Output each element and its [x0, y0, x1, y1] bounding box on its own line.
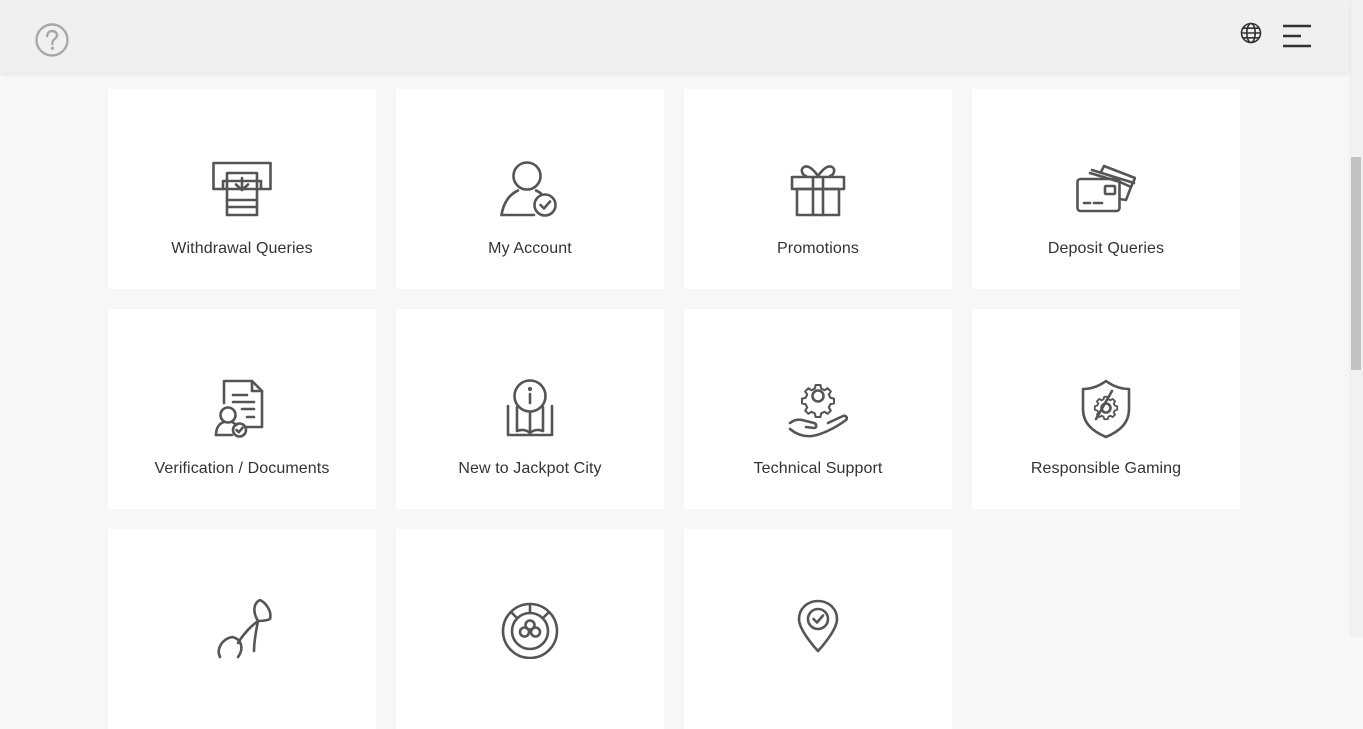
language-button[interactable] — [1239, 21, 1263, 45]
category-label: Deposit Queries — [1047, 240, 1165, 257]
category-card-responsible-gaming[interactable]: Responsible Gaming — [972, 309, 1240, 509]
globe-icon — [1240, 22, 1262, 44]
category-card-deposit[interactable]: Deposit Queries — [972, 89, 1240, 289]
category-label: Promotions — [777, 240, 859, 257]
scrollbar-thumb[interactable] — [1351, 157, 1361, 370]
casino-chip-icon — [500, 599, 560, 659]
category-label: Verification / Documents — [154, 460, 330, 477]
gift-icon — [788, 159, 848, 219]
hand-gear-icon — [788, 379, 848, 439]
top-header — [0, 0, 1349, 73]
category-card-technical-support[interactable]: Technical Support — [684, 309, 952, 509]
cherry-icon — [212, 599, 272, 659]
shield-gear-icon — [1076, 379, 1136, 439]
help-button[interactable] — [34, 22, 70, 58]
menu-button[interactable] — [1281, 23, 1313, 49]
category-label: New to Jackpot City — [458, 460, 602, 477]
hamburger-menu-icon — [1283, 24, 1311, 48]
page-scrollbar[interactable] — [1349, 0, 1363, 637]
category-card-casino-games[interactable] — [396, 529, 664, 729]
atm-withdrawal-icon — [212, 159, 272, 219]
location-pin-check-icon — [788, 599, 848, 659]
category-card-new-to-jackpot-city[interactable]: New to Jackpot City — [396, 309, 664, 509]
category-label: My Account — [488, 240, 572, 257]
credit-cards-icon — [1076, 159, 1136, 219]
category-card-promotions[interactable]: Promotions — [684, 89, 952, 289]
category-label: Technical Support — [753, 460, 883, 477]
user-check-icon — [500, 159, 560, 219]
book-info-icon — [500, 379, 560, 439]
help-category-grid: Withdrawal Queries My Account Promotions — [108, 89, 1241, 729]
category-card-my-account[interactable]: My Account — [396, 89, 664, 289]
category-card-location[interactable] — [684, 529, 952, 729]
question-circle-icon — [35, 23, 69, 57]
category-card-withdrawal[interactable]: Withdrawal Queries — [108, 89, 376, 289]
category-label: Responsible Gaming — [1030, 460, 1182, 477]
category-label: Withdrawal Queries — [171, 240, 313, 257]
category-card-verification[interactable]: Verification / Documents — [108, 309, 376, 509]
category-card-slots[interactable] — [108, 529, 376, 729]
document-user-icon — [212, 379, 272, 439]
